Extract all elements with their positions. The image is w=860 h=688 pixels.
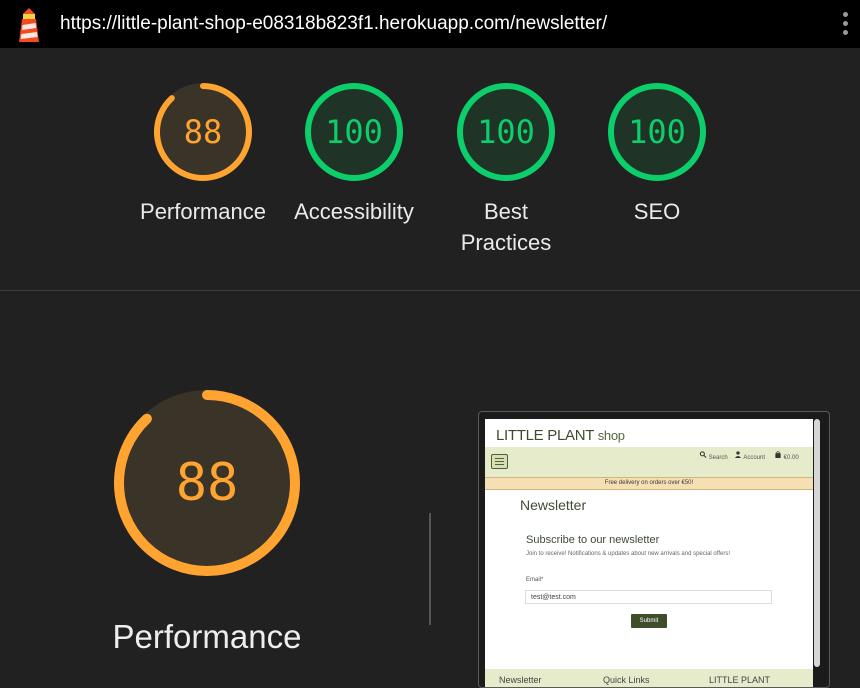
shot-email-label: Email* (526, 577, 544, 583)
gauge-value: 100 (628, 113, 686, 151)
shot-footer-item: Newsletter (499, 675, 542, 685)
shot-brand-suffix: shop (597, 428, 625, 443)
gauge-value: 88 (184, 113, 223, 151)
shot-footer-item: Quick Links (603, 675, 650, 685)
gauge-label: SEO (633, 199, 681, 224)
gauge-performance-icon: 88 (154, 83, 252, 181)
gauge-label: Accessibility (294, 199, 414, 224)
shot-scrollbar (814, 419, 820, 667)
more-options-icon[interactable] (838, 12, 852, 38)
browser-bar: https://little-plant-shop-e08318b823f1.h… (0, 0, 860, 48)
shot-account: Account (734, 451, 765, 461)
gauge-best-practices-icon: 100 (457, 83, 555, 181)
shot-brand-name: LITTLE PLANT (496, 427, 594, 444)
shot-search-label: Search (708, 455, 728, 461)
shot-description: Join to receive! Notifications & updates… (526, 551, 730, 557)
main-gauge-label: Performance (112, 618, 302, 655)
shot-subtitle: Subscribe to our newsletter (526, 534, 660, 546)
shot-delivery-banner: Free delivery on orders over €50! (485, 477, 813, 490)
page-screenshot-frame: LITTLE PLANT shop Search Account €0.00 F… (478, 411, 830, 688)
user-icon (734, 451, 742, 458)
gauge-best-practices[interactable]: 100 Best Practices (431, 80, 581, 258)
main-gauge-value: 88 (176, 453, 239, 513)
shot-page-title: Newsletter (520, 497, 587, 513)
shot-account-label: Account (743, 455, 766, 461)
gauge-value: 100 (477, 113, 535, 151)
gauge-accessibility[interactable]: 100 Accessibility (279, 80, 429, 227)
hamburger-menu-icon (491, 454, 508, 469)
gauge-value: 100 (325, 113, 383, 151)
lighthouse-logo-icon (19, 8, 39, 42)
shopping-bag-icon (775, 451, 781, 458)
shot-submit-button: Submit (631, 614, 667, 628)
shot-footer-item: LITTLE PLANT (709, 675, 771, 685)
section-divider (0, 290, 860, 291)
shot-search: Search (699, 451, 728, 461)
main-performance-gauge: 88 (114, 390, 300, 576)
gauge-performance[interactable]: 88 Performance (128, 80, 278, 227)
gauge-label: Best Practices (460, 199, 552, 255)
shot-navbar: Search Account €0.00 (485, 447, 813, 477)
shot-email-field: test@test.com (525, 590, 772, 604)
shot-brand: LITTLE PLANT shop (496, 427, 625, 444)
shot-cart: €0.00 (774, 451, 799, 461)
page-screenshot: LITTLE PLANT shop Search Account €0.00 F… (485, 419, 813, 687)
gauge-label: Performance (140, 199, 266, 224)
shot-cart-label: €0.00 (783, 455, 799, 461)
url-bar[interactable]: https://little-plant-shop-e08318b823f1.h… (60, 13, 607, 35)
gauge-seo-icon: 100 (608, 83, 706, 181)
gauge-seo[interactable]: 100 SEO (582, 80, 732, 227)
vertical-divider (429, 513, 431, 625)
search-icon (699, 451, 707, 458)
gauge-accessibility-icon: 100 (305, 83, 403, 181)
shot-footer: Newsletter Quick Links LITTLE PLANT (485, 669, 813, 687)
